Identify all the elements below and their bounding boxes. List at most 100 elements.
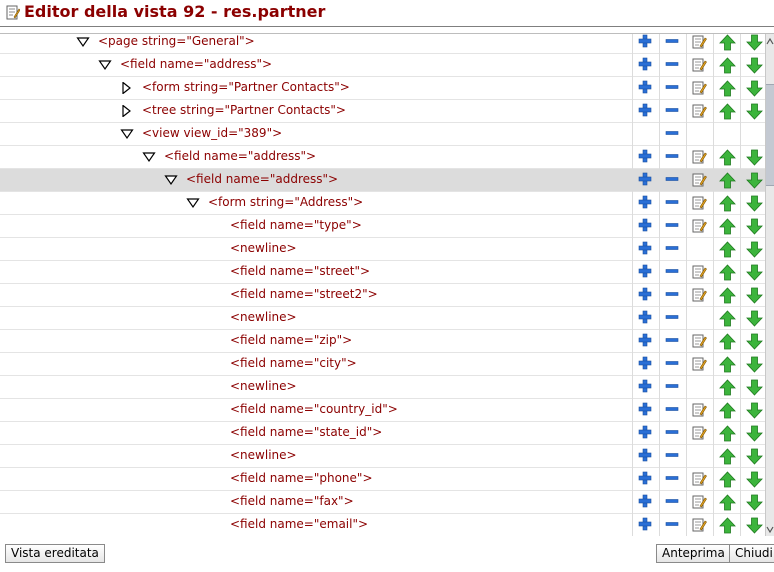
down-cell[interactable] — [740, 491, 766, 514]
up-cell[interactable] — [713, 307, 740, 330]
node-label[interactable]: <field name="address"> — [186, 172, 338, 186]
remove-cell[interactable] — [659, 192, 686, 215]
remove-cell[interactable] — [659, 445, 686, 468]
remove-cell[interactable] — [659, 399, 686, 422]
up-cell[interactable] — [713, 215, 740, 238]
node-label[interactable]: <field name="address"> — [164, 149, 316, 163]
add-cell[interactable] — [632, 34, 659, 54]
add-cell[interactable] — [632, 376, 659, 399]
down-cell[interactable] — [740, 284, 766, 307]
expand-triangle-icon[interactable] — [98, 59, 112, 71]
up-cell[interactable] — [713, 54, 740, 77]
tree-row[interactable]: <field name="address"> — [0, 54, 766, 77]
edit-cell[interactable] — [686, 54, 713, 77]
inherited-view-button[interactable]: Vista ereditata — [5, 544, 105, 563]
tree-row[interactable]: <field name="email"> — [0, 514, 766, 536]
down-cell[interactable] — [740, 54, 766, 77]
add-cell[interactable] — [632, 169, 659, 192]
remove-cell[interactable] — [659, 34, 686, 54]
up-cell[interactable] — [713, 192, 740, 215]
add-cell[interactable] — [632, 192, 659, 215]
vertical-scrollbar[interactable] — [765, 34, 774, 536]
expand-triangle-icon[interactable] — [142, 151, 156, 163]
edit-cell[interactable] — [686, 284, 713, 307]
up-cell[interactable] — [713, 169, 740, 192]
expand-triangle-icon[interactable] — [120, 128, 134, 140]
remove-cell[interactable] — [659, 146, 686, 169]
edit-cell[interactable] — [686, 422, 713, 445]
edit-cell[interactable] — [686, 261, 713, 284]
down-cell[interactable] — [740, 330, 766, 353]
node-label[interactable]: <field name="country_id"> — [230, 402, 398, 416]
expand-triangle-icon[interactable] — [164, 174, 178, 186]
tree-row[interactable]: <field name="state_id"> — [0, 422, 766, 445]
expand-triangle-icon[interactable] — [186, 197, 200, 209]
add-cell[interactable] — [632, 399, 659, 422]
remove-cell[interactable] — [659, 422, 686, 445]
remove-cell[interactable] — [659, 468, 686, 491]
add-cell[interactable] — [632, 422, 659, 445]
add-cell[interactable] — [632, 445, 659, 468]
tree-row[interactable]: <form string="Partner Contacts"> — [0, 77, 766, 100]
remove-cell[interactable] — [659, 353, 686, 376]
tree-row[interactable]: <newline> — [0, 445, 766, 468]
add-cell[interactable] — [632, 330, 659, 353]
tree-row[interactable]: <field name="city"> — [0, 353, 766, 376]
down-cell[interactable] — [740, 261, 766, 284]
remove-cell[interactable] — [659, 169, 686, 192]
add-cell[interactable] — [632, 238, 659, 261]
edit-cell[interactable] — [686, 34, 713, 54]
tree-row[interactable]: <field name="address"> — [0, 146, 766, 169]
up-cell[interactable] — [713, 284, 740, 307]
down-cell[interactable] — [740, 468, 766, 491]
node-label[interactable]: <field name="state_id"> — [230, 425, 382, 439]
down-cell[interactable] — [740, 307, 766, 330]
tree-row[interactable]: <newline> — [0, 376, 766, 399]
add-cell[interactable] — [632, 77, 659, 100]
tree-row[interactable]: <newline> — [0, 307, 766, 330]
add-cell[interactable] — [632, 146, 659, 169]
edit-cell[interactable] — [686, 353, 713, 376]
up-cell[interactable] — [713, 34, 740, 54]
remove-cell[interactable] — [659, 100, 686, 123]
remove-cell[interactable] — [659, 307, 686, 330]
edit-cell[interactable] — [686, 100, 713, 123]
node-label[interactable]: <newline> — [230, 448, 297, 462]
down-cell[interactable] — [740, 34, 766, 54]
tree-row[interactable]: <page string="General"> — [0, 34, 766, 54]
down-cell[interactable] — [740, 399, 766, 422]
tree-row[interactable]: <field name="fax"> — [0, 491, 766, 514]
edit-cell[interactable] — [686, 146, 713, 169]
add-cell[interactable] — [632, 261, 659, 284]
up-cell[interactable] — [713, 330, 740, 353]
up-cell[interactable] — [713, 445, 740, 468]
add-cell[interactable] — [632, 514, 659, 536]
up-cell[interactable] — [713, 238, 740, 261]
edit-cell[interactable] — [686, 399, 713, 422]
node-label[interactable]: <field name="address"> — [120, 57, 272, 71]
down-cell[interactable] — [740, 376, 766, 399]
scroll-up-arrow-icon[interactable] — [766, 36, 774, 46]
node-label[interactable]: <field name="street"> — [230, 264, 370, 278]
up-cell[interactable] — [713, 77, 740, 100]
remove-cell[interactable] — [659, 284, 686, 307]
add-cell[interactable] — [632, 215, 659, 238]
tree-row[interactable]: <field name="address"> — [0, 169, 766, 192]
down-cell[interactable] — [740, 77, 766, 100]
add-cell[interactable] — [632, 491, 659, 514]
remove-cell[interactable] — [659, 330, 686, 353]
node-label[interactable]: <newline> — [230, 241, 297, 255]
node-label[interactable]: <field name="zip"> — [230, 333, 352, 347]
edit-cell[interactable] — [686, 192, 713, 215]
edit-cell[interactable] — [686, 77, 713, 100]
collapse-triangle-icon[interactable] — [120, 81, 134, 95]
down-cell[interactable] — [740, 445, 766, 468]
down-cell[interactable] — [740, 422, 766, 445]
tree-row[interactable]: <field name="country_id"> — [0, 399, 766, 422]
down-cell[interactable] — [740, 238, 766, 261]
up-cell[interactable] — [713, 491, 740, 514]
remove-cell[interactable] — [659, 238, 686, 261]
node-label[interactable]: <field name="street2"> — [230, 287, 378, 301]
add-cell[interactable] — [632, 353, 659, 376]
scroll-down-arrow-icon[interactable] — [766, 523, 774, 534]
